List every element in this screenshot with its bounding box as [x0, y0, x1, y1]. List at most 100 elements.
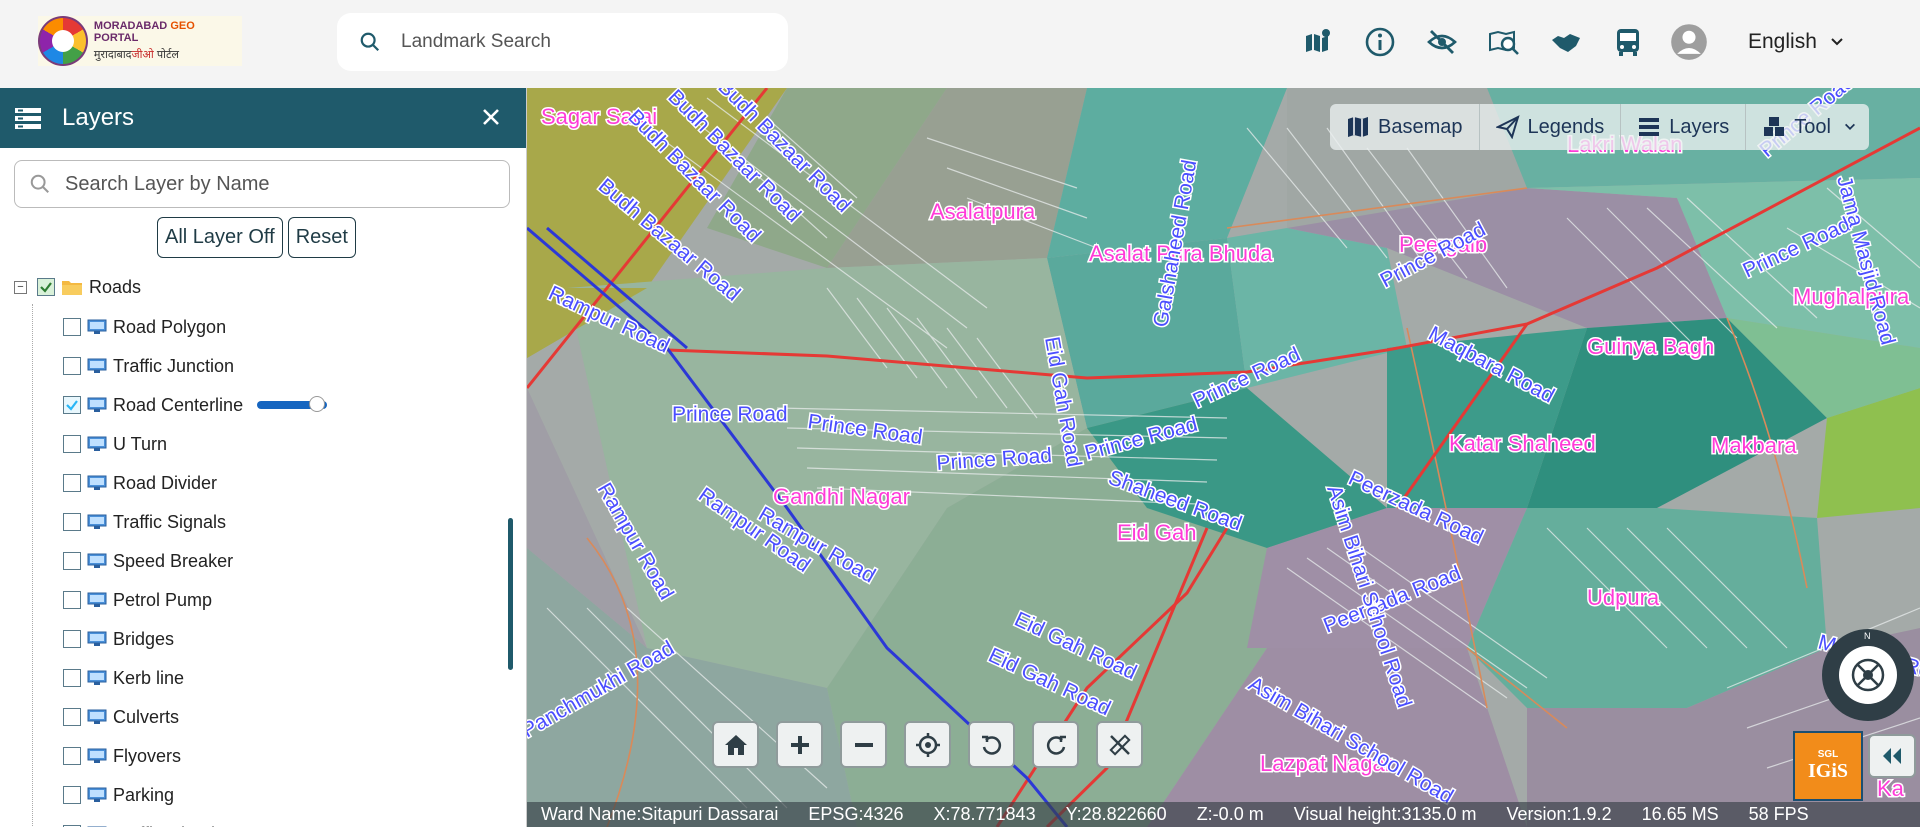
layer-checkbox[interactable]	[63, 630, 81, 648]
layer-checkbox[interactable]	[63, 591, 81, 609]
basemap-label: Basemap	[1378, 115, 1463, 138]
clear-measure-button[interactable]	[1096, 721, 1143, 768]
layer-row[interactable]: Flyovers	[63, 743, 181, 769]
layer-search-input[interactable]	[65, 172, 485, 196]
reset-button[interactable]: Reset	[287, 217, 356, 258]
basemap-button[interactable]: Basemap	[1330, 104, 1480, 150]
layer-checkbox[interactable]	[63, 669, 81, 687]
close-icon[interactable]	[476, 102, 506, 132]
map-label-area: Ka	[1877, 776, 1905, 801]
locate-button[interactable]	[904, 721, 951, 768]
layer-row[interactable]: Road Polygon	[63, 314, 226, 340]
opacity-slider[interactable]	[257, 396, 328, 412]
info-icon[interactable]	[1362, 24, 1398, 60]
igis-name-label: IGiS	[1807, 760, 1849, 782]
layer-label: Traffic Signals	[113, 511, 227, 532]
layer-row[interactable]: Road Centerline	[63, 392, 328, 418]
map-navigation-tools	[712, 721, 1143, 768]
layer-checkbox[interactable]	[63, 552, 81, 570]
map-label-area: Guinya Bagh	[1587, 334, 1714, 359]
rotate-right-button[interactable]	[1032, 721, 1079, 768]
zoom-out-button[interactable]	[840, 721, 887, 768]
layer-checkbox[interactable]	[63, 435, 81, 453]
igis-company-label: SGL	[1817, 749, 1839, 760]
compass-north-label: N	[1864, 631, 1871, 641]
layer-row[interactable]: Culverts	[63, 704, 179, 730]
layers-toolbar-button[interactable]: Layers	[1621, 104, 1747, 150]
layer-checkbox[interactable]	[63, 474, 81, 492]
layer-row[interactable]: U Turn	[63, 431, 167, 457]
panel-buttons: All Layer Off Reset	[157, 217, 356, 258]
bus-icon[interactable]	[1610, 24, 1646, 60]
language-label: English	[1748, 30, 1817, 53]
all-layer-off-button[interactable]: All Layer Off	[157, 217, 283, 258]
collapse-toggle-icon[interactable]: −	[14, 280, 27, 294]
status-y: Y:28.822660	[1065, 804, 1167, 824]
map-search-icon[interactable]	[1486, 24, 1522, 60]
home-icon	[724, 734, 747, 755]
tool-dropdown-button[interactable]: Tool	[1746, 104, 1869, 150]
layer-row[interactable]: Traffic Island	[63, 821, 215, 827]
home-button[interactable]	[712, 721, 759, 768]
zoom-in-button[interactable]	[776, 721, 823, 768]
layer-row[interactable]: Kerb line	[63, 665, 184, 691]
layer-row[interactable]: Parking	[63, 782, 174, 808]
top-header: MORADABAD GEO PORTAL मुरादाबादजीओ पोर्टल	[0, 0, 1920, 88]
tool-label: Tool	[1794, 115, 1831, 138]
legends-button[interactable]: Legends	[1480, 104, 1622, 150]
layer-monitor-icon	[87, 553, 107, 568]
portal-logo[interactable]: MORADABAD GEO PORTAL मुरादाबादजीओ पोर्टल	[38, 16, 242, 66]
compass-widget[interactable]: N	[1822, 629, 1914, 721]
layer-row[interactable]: Traffic Signals	[63, 509, 226, 535]
handshake-icon[interactable]	[1548, 24, 1584, 60]
layer-row[interactable]: Speed Breaker	[63, 548, 233, 574]
layer-row[interactable]: Road Divider	[63, 470, 217, 496]
layer-monitor-icon	[87, 787, 107, 802]
status-fps: 58 FPS	[1748, 804, 1809, 824]
layer-list-scrollbar[interactable]	[508, 518, 513, 670]
compass-icon	[1851, 658, 1885, 692]
layer-checkbox[interactable]	[63, 513, 81, 531]
layer-monitor-icon	[87, 436, 107, 451]
eye-off-icon[interactable]	[1424, 24, 1460, 60]
layers-toolbar-label: Layers	[1669, 115, 1730, 138]
rotate-cw-icon	[1046, 735, 1066, 755]
checkmark-icon	[40, 282, 52, 293]
layer-monitor-icon	[87, 592, 107, 607]
layer-monitor-icon	[87, 670, 107, 685]
layer-checkbox[interactable]	[63, 708, 81, 726]
search-icon	[360, 32, 380, 52]
landmark-search-input[interactable]	[401, 31, 781, 53]
rotate-left-button[interactable]	[968, 721, 1015, 768]
layer-checkbox[interactable]	[63, 396, 81, 414]
paper-plane-icon	[1495, 115, 1520, 139]
landmark-search-box[interactable]	[337, 13, 788, 71]
map-label-road: Prince Road	[672, 403, 788, 426]
layer-label: Road Centerline	[113, 394, 244, 415]
layer-search-box[interactable]	[14, 160, 510, 208]
language-selector[interactable]: English	[1748, 30, 1845, 54]
roads-checkbox[interactable]	[37, 278, 55, 296]
tree-guide-line	[32, 304, 33, 827]
layer-checkbox[interactable]	[63, 318, 81, 336]
collapse-panel-button[interactable]	[1868, 734, 1916, 778]
layer-label: Parking	[113, 784, 175, 805]
slider-thumb[interactable]	[308, 396, 325, 412]
layer-checkbox[interactable]	[63, 786, 81, 804]
layer-label: Traffic Island	[113, 824, 215, 827]
user-avatar-icon[interactable]	[1670, 23, 1708, 61]
layer-monitor-icon	[87, 319, 107, 334]
layer-row[interactable]: Petrol Pump	[63, 587, 212, 613]
layer-checkbox[interactable]	[63, 357, 81, 375]
minus-icon	[854, 742, 873, 747]
layer-row[interactable]: Bridges	[63, 626, 174, 652]
tree-node-roads[interactable]: − Roads	[14, 274, 141, 300]
status-epsg: EPSG:4326	[808, 804, 904, 824]
double-chevron-left-icon	[1883, 748, 1901, 764]
map-canvas[interactable]: Sagar Sarai Asalatpura Asalat Pura Bhuda…	[527, 88, 1920, 827]
map-pin-icon[interactable]	[1300, 24, 1336, 60]
layer-checkbox[interactable]	[63, 747, 81, 765]
layer-row[interactable]: Traffic Junction	[63, 353, 234, 379]
layer-label: Culverts	[113, 706, 180, 727]
tools-icon	[1764, 117, 1785, 136]
